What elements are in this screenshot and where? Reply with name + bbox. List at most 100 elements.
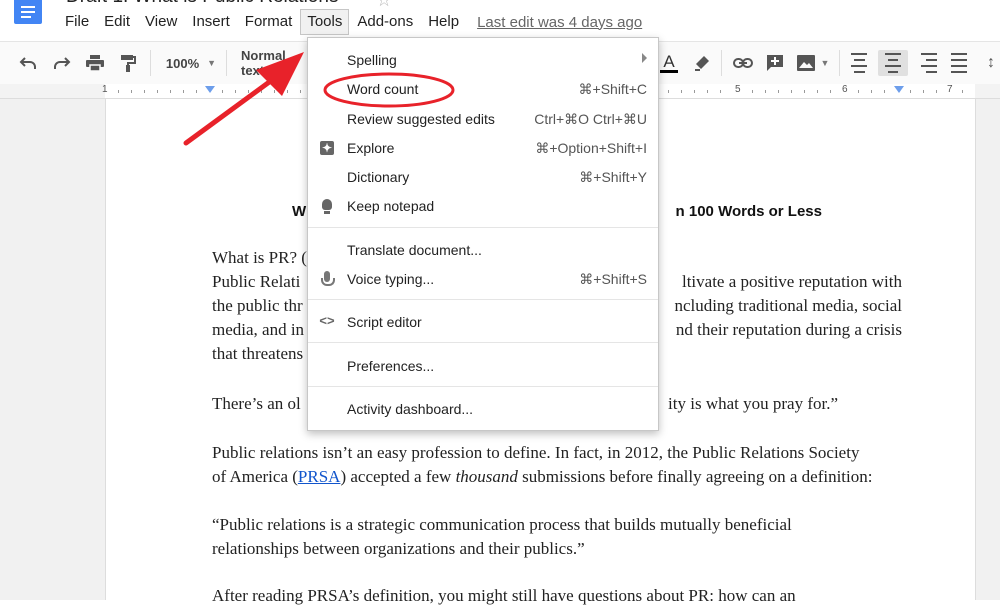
ruler-number: 6: [842, 84, 848, 95]
menu-item-label: Script editor: [347, 314, 422, 330]
italic-line: What is PR? (: [212, 248, 307, 267]
prsa-link[interactable]: PRSA: [298, 467, 341, 486]
menu-item-shortcut: ⌘+Shift+Y: [579, 169, 647, 185]
menu-divider: [308, 342, 658, 343]
menu-item-explore[interactable]: ✦ Explore ⌘+Option+Shift+I: [308, 136, 658, 160]
print-icon[interactable]: [83, 50, 107, 76]
redo-icon[interactable]: [50, 50, 74, 76]
menu-view[interactable]: View: [138, 9, 184, 35]
quote-line-2: relationships between organizations and …: [212, 539, 585, 558]
align-center-icon[interactable]: [878, 50, 908, 76]
menu-format[interactable]: Format: [238, 9, 300, 35]
heading-left-fragment: W: [292, 203, 307, 220]
left-indent-marker[interactable]: [205, 86, 215, 93]
paragraph-5[interactable]: After reading PRSA’s definition, you mig…: [212, 584, 902, 608]
last-edit-link[interactable]: Last edit was 4 days ago: [477, 14, 642, 31]
menu-item-keep-notepad[interactable]: Keep notepad: [308, 194, 658, 218]
docs-logo-icon[interactable]: [14, 0, 42, 24]
insert-comment-icon[interactable]: [764, 50, 786, 76]
menu-item-preferences[interactable]: Preferences...: [308, 354, 658, 378]
italic-line-right: nd their reputation during a crisis: [675, 320, 902, 339]
microphone-icon: [319, 270, 335, 288]
menu-item-label: Review suggested edits: [347, 111, 495, 127]
link-icon[interactable]: [730, 50, 756, 76]
tools-menu: Spelling Word count ⌘+Shift+C Review sug…: [307, 37, 659, 431]
undo-icon[interactable]: [16, 50, 40, 76]
paragraph-style-value: Normal text: [241, 50, 286, 76]
italic-line: that threatens: [212, 344, 304, 363]
italic-line-right: ncluding traditional media, social: [674, 296, 902, 315]
zoom-value: 100%: [165, 55, 200, 71]
menu-divider: [308, 227, 658, 228]
align-right-icon[interactable]: [915, 50, 937, 76]
menu-bar: File Edit View Insert Format Tools Add-o…: [58, 8, 642, 36]
italic-line: Public Relati: [212, 272, 301, 291]
paint-format-icon[interactable]: [116, 50, 140, 76]
menu-addons[interactable]: Add-ons: [350, 9, 420, 35]
menu-item-label: Explore: [347, 140, 395, 156]
zoom-select[interactable]: 100% ▼: [163, 50, 219, 76]
text-fragment: submissions before finally agreeing on a…: [517, 467, 873, 486]
align-justify-icon[interactable]: [948, 50, 970, 76]
menu-item-spelling[interactable]: Spelling: [308, 48, 658, 72]
menu-edit[interactable]: Edit: [97, 9, 137, 35]
menu-item-voice-typing[interactable]: Voice typing... ⌘+Shift+S: [308, 267, 658, 291]
menu-item-label: Keep notepad: [347, 198, 435, 214]
paragraph-2-right: ity is what you pray for.”: [668, 394, 838, 413]
chevron-down-icon: ▼: [207, 58, 217, 68]
italic-line: the public thr: [212, 296, 303, 315]
menu-item-shortcut: ⌘+Shift+S: [579, 271, 647, 287]
menu-item-label: Dictionary: [347, 169, 410, 185]
menu-item-shortcut: Ctrl+⌘O Ctrl+⌘U: [534, 111, 647, 127]
menu-item-label: Voice typing...: [347, 271, 435, 287]
italic-line-right: ltivate a positive reputation with: [681, 272, 902, 291]
menu-item-activity-dashboard[interactable]: Activity dashboard...: [308, 397, 658, 421]
canvas-left-margin: [0, 99, 106, 600]
menu-file[interactable]: File: [58, 9, 96, 35]
text-fragment: of America (: [212, 467, 298, 486]
lightbulb-icon: [319, 197, 335, 215]
menu-divider: [308, 299, 658, 300]
ruler-number: 5: [735, 84, 741, 95]
menu-item-script-editor[interactable]: <> Script editor: [308, 310, 658, 334]
emphasis-text: thousand: [455, 467, 518, 486]
menu-help[interactable]: Help: [421, 9, 466, 35]
paragraph-5-line-1: After reading PRSA’s definition, you mig…: [212, 586, 796, 605]
menu-item-label: Activity dashboard...: [347, 401, 474, 417]
quote-paragraph[interactable]: “Public relations is a strategic communi…: [212, 513, 902, 561]
menu-divider: [308, 386, 658, 387]
menu-item-review-suggested-edits[interactable]: Review suggested edits Ctrl+⌘O Ctrl+⌘U: [308, 107, 658, 131]
ruler-number: 1: [102, 84, 108, 95]
ruler-number: 7: [947, 84, 953, 95]
menu-item-translate-document[interactable]: Translate document...: [308, 238, 658, 262]
text-color-icon[interactable]: A: [658, 50, 680, 76]
menu-item-word-count[interactable]: Word count ⌘+Shift+C: [308, 77, 658, 101]
menu-item-label: Translate document...: [347, 242, 482, 258]
menu-item-shortcut: ⌘+Shift+C: [578, 81, 647, 97]
right-indent-marker[interactable]: [894, 86, 904, 93]
quote-line-1: “Public relations is a strategic communi…: [212, 515, 792, 534]
paragraph-3-line-1: Public relations isn’t an easy professio…: [212, 443, 860, 462]
italic-line: media, and in: [212, 320, 305, 339]
paragraph-3[interactable]: Public relations isn’t an easy professio…: [212, 441, 902, 489]
menu-insert[interactable]: Insert: [185, 9, 237, 35]
highlight-icon[interactable]: [691, 50, 713, 76]
paragraph-style-select[interactable]: Normal text: [241, 50, 311, 76]
chevron-down-icon: ▼: [820, 58, 830, 68]
paragraph-3-line-2: of America (PRSA) accepted a few thousan…: [212, 465, 902, 489]
heading-right-fragment: n 100 Words or Less: [675, 203, 822, 220]
insert-image-icon[interactable]: ▼: [795, 50, 831, 76]
explore-icon: ✦: [320, 141, 334, 155]
text-fragment: ) accepted a few: [340, 467, 456, 486]
line-spacing-icon[interactable]: ↕: [984, 50, 998, 76]
code-brackets-icon: <>: [319, 313, 335, 328]
align-left-icon[interactable]: [848, 50, 870, 76]
paragraph-2-left: There’s an ol: [212, 394, 301, 413]
menu-item-dictionary[interactable]: Dictionary ⌘+Shift+Y: [308, 165, 658, 189]
menu-item-label: Preferences...: [347, 358, 435, 374]
submenu-arrow-icon: [642, 53, 647, 63]
document-title[interactable]: Draft 1: What is Public Relations: [66, 0, 338, 8]
canvas-right-margin: [975, 99, 1000, 600]
menu-item-shortcut: ⌘+Option+Shift+I: [535, 140, 647, 156]
menu-tools[interactable]: Tools: [300, 9, 350, 35]
